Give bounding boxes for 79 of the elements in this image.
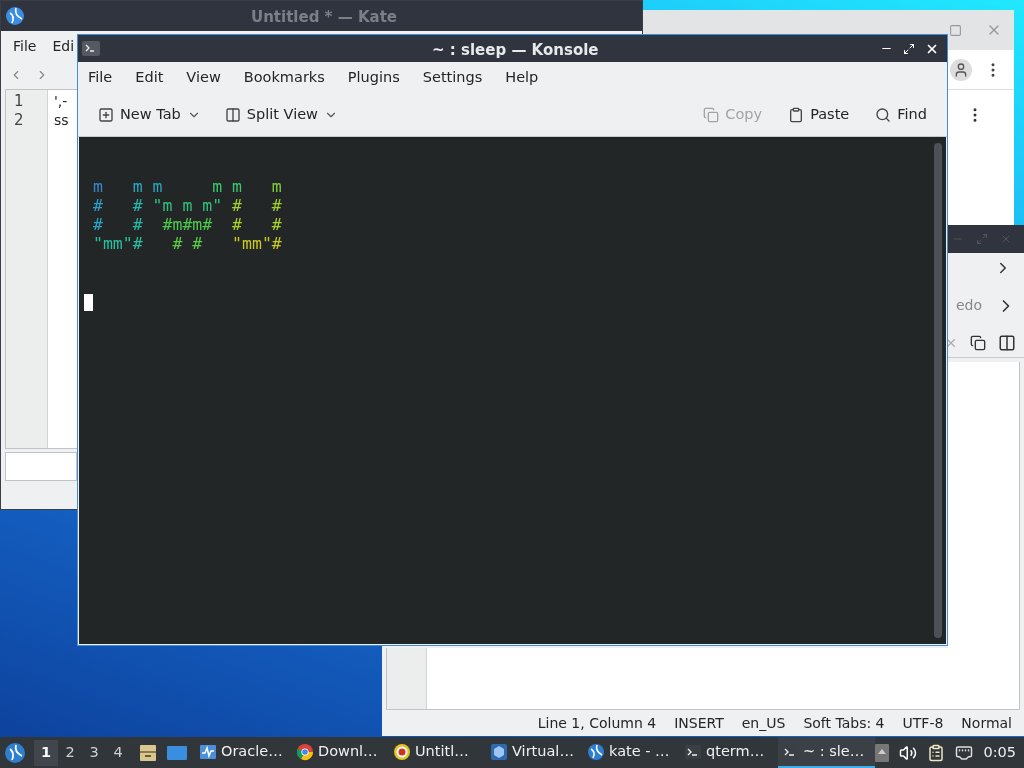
copy-icon xyxy=(703,106,720,123)
app-launcher-icon[interactable] xyxy=(4,741,26,764)
terminal-text: # xyxy=(93,215,103,234)
line-number: 2 xyxy=(14,111,25,130)
monitor-icon xyxy=(199,742,217,761)
terminal-icon xyxy=(684,742,702,761)
pages-icon[interactable] xyxy=(970,334,986,351)
terminal-text: #m#m# xyxy=(161,215,213,234)
desktop-switcher[interactable]: 3 xyxy=(82,739,106,766)
terminal-text: m xyxy=(93,177,103,196)
restore-icon[interactable] xyxy=(903,42,915,55)
terminal-text: # # xyxy=(231,215,282,234)
browser-icon xyxy=(296,742,314,761)
terminal-icon xyxy=(82,41,100,56)
menu-item[interactable]: Bookmarks xyxy=(243,66,325,89)
menu-item[interactable]: File xyxy=(13,35,37,57)
task-button[interactable]: kate - … xyxy=(584,737,681,768)
clipboard-icon[interactable] xyxy=(927,743,946,762)
find-button[interactable]: Find xyxy=(871,103,931,126)
input-field[interactable] xyxy=(5,452,77,481)
status-item[interactable]: UTF-8 xyxy=(902,712,944,734)
terminal-text: # xyxy=(93,196,103,215)
terminal-text: # # xyxy=(171,234,203,253)
new-tab-button[interactable]: New Tab xyxy=(94,103,205,126)
task-button[interactable]: qterm… xyxy=(681,737,778,768)
window-title: Untitled * — Kate xyxy=(251,7,397,28)
split-view-button[interactable]: Split View xyxy=(220,103,342,126)
menu-item[interactable]: Edi xyxy=(52,35,75,57)
menu-item[interactable]: View xyxy=(186,66,221,89)
status-item[interactable]: Soft Tabs: 4 xyxy=(803,712,885,734)
search-icon xyxy=(875,106,892,123)
clock[interactable]: 0:05 xyxy=(983,741,1020,764)
terminal-text: # xyxy=(131,215,143,234)
clipboard-icon xyxy=(788,106,805,123)
new-tab-icon xyxy=(98,106,114,123)
task-button[interactable]: Untitl… xyxy=(390,737,487,768)
file-cabinet-icon[interactable] xyxy=(138,742,158,763)
desktop-switcher[interactable]: 2 xyxy=(58,739,82,766)
desktop-switcher[interactable]: 4 xyxy=(106,739,130,766)
terminal-text: "mm"# xyxy=(231,234,282,253)
task-button[interactable]: Downl… xyxy=(293,737,390,768)
window-title: ~ : sleep — Konsole xyxy=(432,40,599,61)
desktop-switcher[interactable]: 1 xyxy=(34,739,58,766)
globe-icon xyxy=(587,742,605,761)
text-cursor xyxy=(84,294,93,311)
line-number-gutter xyxy=(387,648,427,709)
cube-icon xyxy=(490,742,508,761)
status-item[interactable]: Normal xyxy=(961,712,1012,734)
terminal-text: m m xyxy=(211,177,243,196)
paste-button[interactable]: Paste xyxy=(784,103,854,126)
terminal-text: m m xyxy=(131,177,163,196)
menu-item[interactable]: Settings xyxy=(422,66,483,89)
record-icon xyxy=(393,742,411,761)
terminal-text: # # xyxy=(231,196,282,215)
menu-item[interactable]: Edit xyxy=(135,66,164,89)
globe-icon xyxy=(5,6,25,26)
split-view-icon[interactable] xyxy=(998,333,1016,352)
split-view-icon xyxy=(224,106,241,123)
volume-icon[interactable] xyxy=(899,743,918,762)
menu-item[interactable]: Help xyxy=(505,66,539,89)
status-item[interactable]: en_US xyxy=(741,712,786,734)
desktop-icon[interactable] xyxy=(166,743,188,762)
status-item[interactable]: Line 1, Column 4 xyxy=(537,712,657,734)
code-line: ',- xyxy=(54,92,69,111)
avatar-icon[interactable] xyxy=(950,58,972,81)
task-button[interactable]: Oracle… xyxy=(196,737,293,768)
task-button[interactable]: Virtual… xyxy=(487,737,584,768)
terminal-text: m xyxy=(270,177,282,196)
menu-item[interactable]: File xyxy=(88,66,113,89)
terminal-text: "m m m" xyxy=(152,196,223,215)
code-line: ss xyxy=(54,111,70,130)
task-button[interactable]: ~ : sle… xyxy=(778,737,875,768)
network-icon[interactable] xyxy=(955,743,974,762)
menu-item[interactable]: Plugins xyxy=(347,66,400,89)
line-number: 1 xyxy=(14,92,25,111)
status-item[interactable]: INSERT xyxy=(674,712,724,734)
terminal-text: "mm"# xyxy=(93,234,143,253)
eject-icon[interactable] xyxy=(875,743,890,762)
terminal-text: # xyxy=(131,196,144,215)
